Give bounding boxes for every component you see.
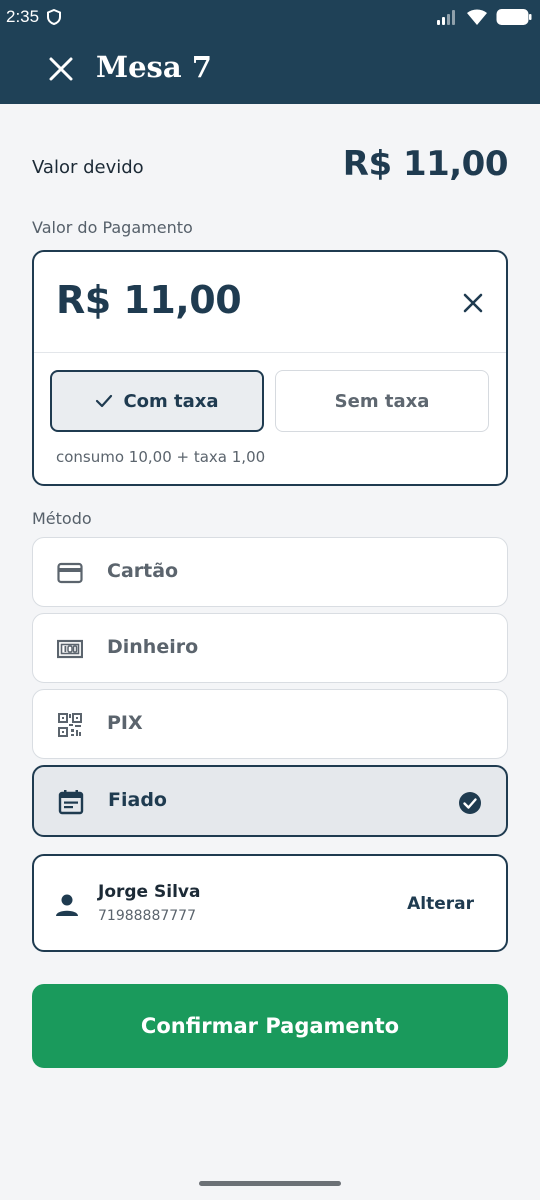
home-indicator[interactable] — [199, 1181, 341, 1186]
change-client-button[interactable]: Alterar — [407, 894, 474, 914]
method-label-card: Cartão — [107, 560, 179, 582]
wifi-icon — [467, 8, 487, 25]
amount-due-value: R$ 11,00 — [342, 144, 509, 184]
amount-due-label: Valor devido — [32, 157, 144, 178]
title-bar: Mesa 7 — [0, 44, 540, 94]
without-fee-label: Sem taxa — [334, 390, 430, 412]
payment-amount-card: R$ 11,00 Com taxa Sem taxa consumo 10,00… — [32, 250, 508, 486]
fee-breakdown: consumo 10,00 + taxa 1,00 — [56, 448, 266, 466]
method-label-pix: PIX — [107, 712, 143, 734]
cash-icon — [57, 639, 83, 659]
status-bar: 2:35 — [0, 0, 540, 34]
battery-icon — [496, 9, 532, 25]
with-fee-toggle[interactable]: Com taxa — [50, 370, 264, 432]
calendar-icon — [58, 790, 84, 815]
confirm-payment-button[interactable]: Confirmar Pagamento — [32, 984, 508, 1068]
method-section-label: Método — [32, 509, 92, 528]
close-icon[interactable] — [46, 54, 76, 84]
status-time: 2:35 — [6, 7, 40, 26]
method-option-card[interactable]: Cartão — [32, 537, 508, 607]
person-icon — [56, 894, 78, 916]
credit-card-icon — [57, 562, 83, 584]
payment-amount-value[interactable]: R$ 11,00 — [56, 278, 242, 322]
method-option-cash[interactable]: Dinheiro — [32, 613, 508, 683]
method-option-pix[interactable]: PIX — [32, 689, 508, 759]
qr-code-icon — [58, 713, 82, 737]
check-circle-icon — [459, 792, 481, 814]
method-label-credit: Fiado — [108, 789, 167, 811]
client-name: Jorge Silva — [98, 882, 201, 902]
with-fee-label: Com taxa — [123, 390, 219, 412]
signal-icon — [437, 10, 455, 25]
client-card: Jorge Silva 71988887777 Alterar — [32, 854, 508, 952]
without-fee-toggle[interactable]: Sem taxa — [275, 370, 489, 432]
method-label-cash: Dinheiro — [107, 636, 199, 658]
check-icon — [96, 394, 113, 408]
page-title: Mesa 7 — [96, 50, 212, 84]
client-phone: 71988887777 — [98, 908, 196, 924]
amount-due-row: Valor devido R$ 11,00 — [32, 140, 509, 190]
shield-icon — [47, 9, 62, 25]
clear-amount-icon[interactable] — [460, 290, 486, 316]
app-bar: 2:35 Mesa 7 — [0, 0, 540, 104]
payment-amount-section-label: Valor do Pagamento — [32, 218, 193, 237]
card-divider — [34, 352, 506, 353]
method-option-credit[interactable]: Fiado — [32, 765, 508, 837]
